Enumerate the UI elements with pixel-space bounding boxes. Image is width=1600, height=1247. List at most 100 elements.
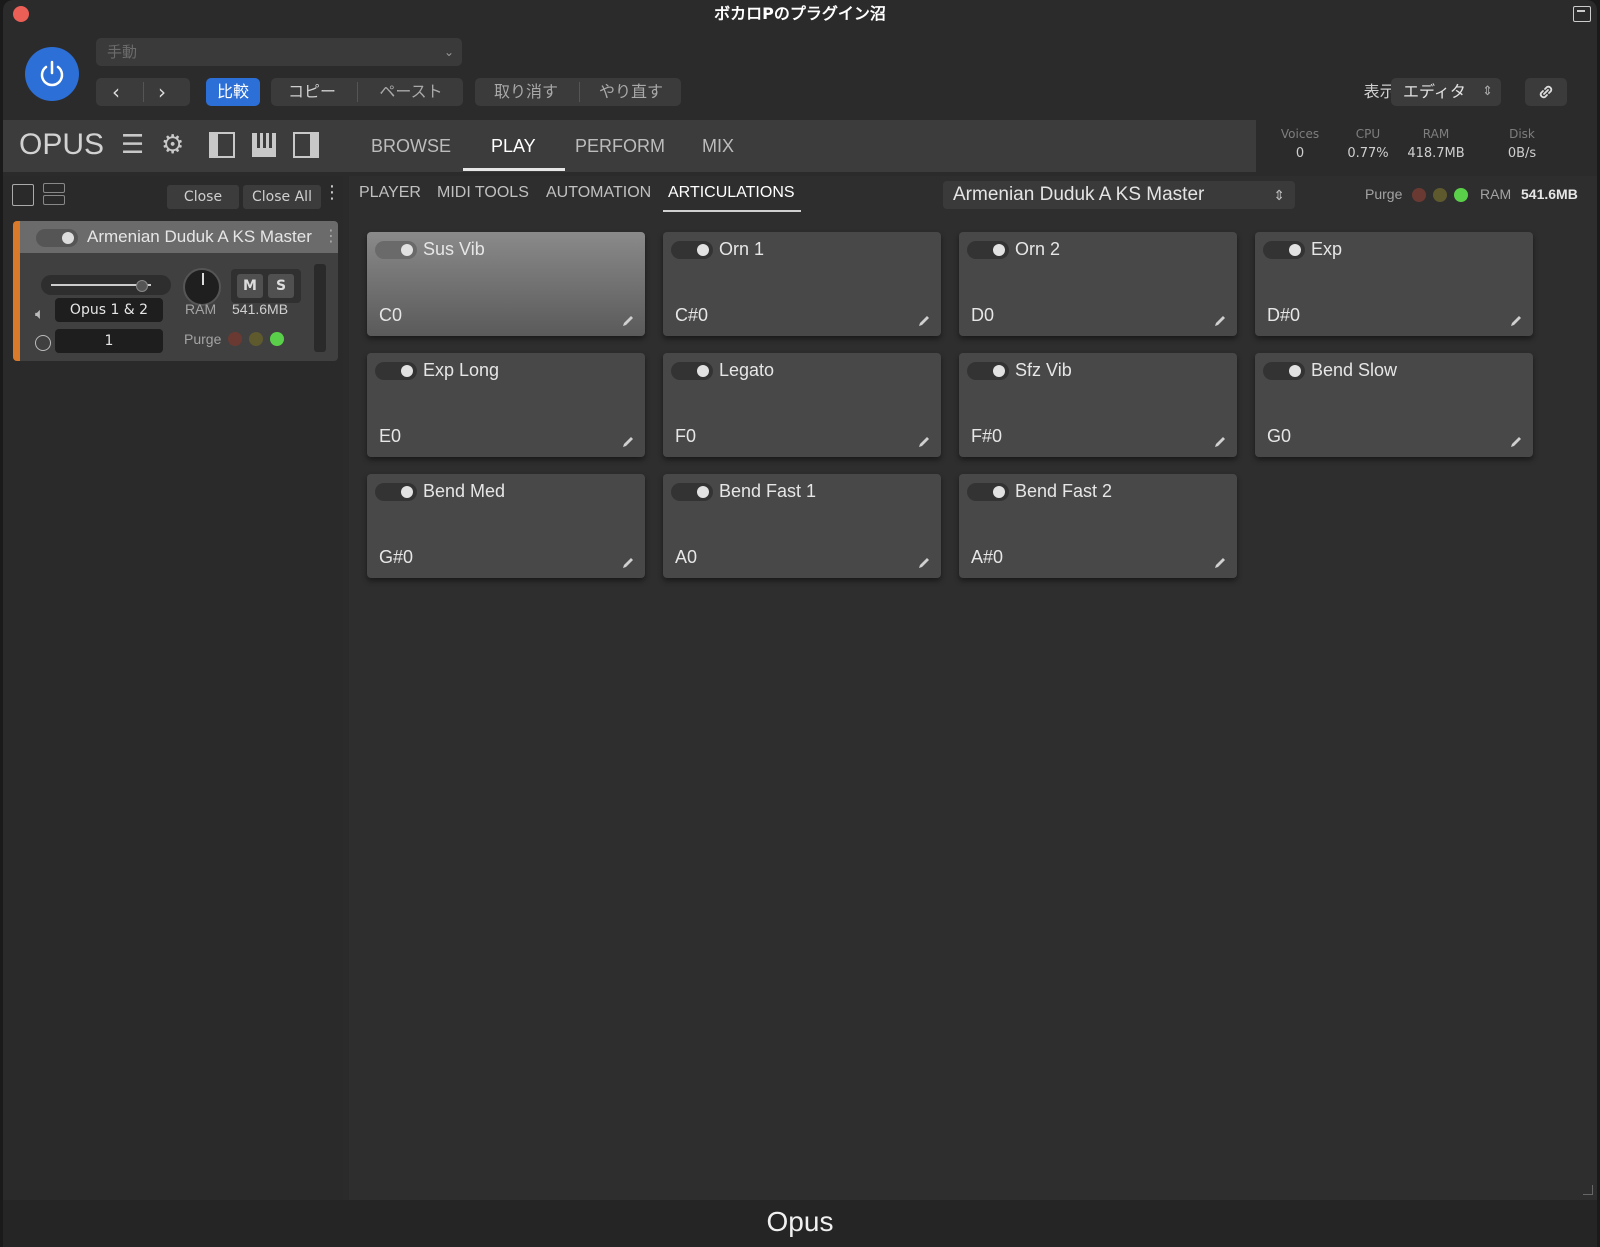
articulation-toggle[interactable] (967, 483, 1009, 501)
divider (143, 82, 144, 102)
articulation-card[interactable]: Exp D#0 (1255, 232, 1533, 336)
window-close-button[interactable] (13, 6, 29, 22)
articulation-toggle[interactable] (375, 483, 417, 501)
pencil-icon[interactable] (917, 556, 931, 570)
copy-button[interactable]: コピー (271, 78, 353, 106)
level-meter (314, 264, 326, 352)
purge-red-led[interactable] (228, 332, 242, 346)
articulation-card[interactable]: Bend Slow G0 (1255, 353, 1533, 457)
pencil-icon[interactable] (621, 314, 635, 328)
articulation-toggle[interactable] (375, 241, 417, 259)
articulation-set-select[interactable]: Armenian Duduk A KS Master ⇕ (943, 181, 1295, 209)
undo-button[interactable]: 取り消す (475, 78, 577, 106)
purge-yellow-led[interactable] (249, 332, 263, 346)
instrument-menu-icon[interactable]: ⋮ (323, 228, 338, 244)
articulation-card[interactable]: Legato F0 (663, 353, 941, 457)
subtab-automation[interactable]: AUTOMATION (546, 184, 651, 202)
redo-button[interactable]: やり直す (581, 78, 681, 106)
solo-button[interactable]: S (268, 274, 294, 298)
compare-button[interactable]: 比較 (206, 78, 260, 106)
tab-play[interactable]: PLAY (491, 136, 536, 157)
instrument-slot[interactable]: Armenian Duduk A KS Master ⋮ M S 🔈︎ Opus… (13, 221, 338, 361)
right-panel-toggle-icon[interactable] (293, 132, 319, 163)
pencil-icon[interactable] (621, 435, 635, 449)
stat-disk: Disk 0B/s (1487, 127, 1557, 161)
tab-mix[interactable]: MIX (702, 136, 734, 157)
pencil-icon[interactable] (917, 314, 931, 328)
pencil-icon[interactable] (1509, 314, 1523, 328)
articulation-card[interactable]: Sfz Vib F#0 (959, 353, 1237, 457)
articulation-card[interactable]: Exp Long E0 (367, 353, 645, 457)
gear-icon[interactable]: ⚙ (161, 132, 184, 158)
pencil-icon[interactable] (1213, 435, 1227, 449)
opus-header: OPUS ☰ ⚙ BROWSE PLAY PERFORM MIX (3, 120, 1256, 172)
pencil-icon[interactable] (621, 556, 635, 570)
next-preset-button[interactable]: › (158, 78, 166, 106)
tab-perform[interactable]: PERFORM (575, 136, 665, 157)
active-tab-indicator (463, 168, 565, 171)
stat-label: Voices (1280, 127, 1320, 141)
split-view-icon[interactable] (43, 183, 67, 207)
keyboard-icon[interactable] (251, 132, 277, 163)
stat-value: 0.77% (1347, 146, 1389, 161)
pencil-icon[interactable] (1509, 435, 1523, 449)
collapse-icon[interactable] (1573, 6, 1591, 22)
stat-label: Disk (1509, 127, 1535, 141)
purge-red-led[interactable] (1412, 188, 1426, 202)
ram-label: RAM (1480, 186, 1512, 202)
power-button[interactable] (25, 47, 79, 101)
more-options-icon[interactable]: ⋮ (1591, 186, 1597, 204)
previous-preset-button[interactable]: ‹ (112, 78, 120, 106)
left-panel-toggle-icon[interactable] (209, 132, 235, 163)
articulation-card[interactable]: Bend Fast 2 A#0 (959, 474, 1237, 578)
paste-button[interactable]: ペースト (361, 78, 461, 106)
articulation-toggle[interactable] (671, 362, 713, 380)
pencil-icon[interactable] (1213, 314, 1227, 328)
instrument-name: Armenian Duduk A KS Master (87, 227, 312, 246)
mute-button[interactable]: M (237, 274, 263, 298)
purge-green-led[interactable] (270, 332, 284, 346)
title-bar: ボカロPのプラグイン沼 (3, 0, 1597, 30)
articulation-toggle[interactable] (967, 362, 1009, 380)
volume-slider[interactable] (41, 275, 171, 295)
resize-handle[interactable] (1583, 1185, 1593, 1195)
more-options-icon[interactable]: ⋮ (323, 184, 341, 202)
rack-toolbar: Close Close All ⋮ (3, 176, 343, 216)
subtab-articulations[interactable]: ARTICULATIONS (668, 184, 795, 202)
plugin-window: ボカロPのプラグイン沼 手動 ⌄ ‹ › 比較 コピー ペースト 取り消す やり… (3, 0, 1597, 1247)
single-view-icon[interactable] (12, 184, 34, 206)
articulation-toggle[interactable] (671, 483, 713, 501)
articulation-toggle[interactable] (671, 241, 713, 259)
subtab-midi-tools[interactable]: MIDI TOOLS (437, 184, 529, 202)
close-button[interactable]: Close (167, 185, 239, 209)
articulation-toggle[interactable] (375, 362, 417, 380)
pencil-icon[interactable] (917, 435, 931, 449)
preset-select[interactable]: 手動 ⌄ (96, 38, 462, 66)
articulation-toggle[interactable] (967, 241, 1009, 259)
instrument-rack: Close Close All ⋮ Armenian Duduk A KS Ma… (3, 176, 343, 1200)
display-select[interactable]: エディタ ⇕ (1391, 78, 1501, 106)
menu-icon[interactable]: ☰ (121, 132, 144, 158)
purge-green-led[interactable] (1454, 188, 1468, 202)
close-all-button[interactable]: Close All (243, 185, 321, 209)
articulation-card[interactable]: Bend Fast 1 A0 (663, 474, 941, 578)
tab-browse[interactable]: BROWSE (371, 136, 451, 157)
articulation-card[interactable]: Orn 2 D0 (959, 232, 1237, 336)
subtab-player[interactable]: PLAYER (359, 184, 421, 202)
articulation-card[interactable]: Bend Med G#0 (367, 474, 645, 578)
instrument-enable-toggle[interactable] (36, 229, 78, 247)
articulation-toggle[interactable] (1263, 362, 1305, 380)
midi-channel-select[interactable]: 1 (55, 329, 163, 353)
articulation-toggle[interactable] (1263, 241, 1305, 259)
articulation-card[interactable]: Sus Vib C0 (367, 232, 645, 336)
output-select[interactable]: Opus 1 & 2 (55, 298, 163, 322)
power-icon (40, 60, 64, 87)
articulation-name: Orn 2 (1015, 239, 1061, 259)
purge-yellow-led[interactable] (1433, 188, 1447, 202)
articulation-card[interactable]: Orn 1 C#0 (663, 232, 941, 336)
link-button[interactable] (1525, 78, 1567, 106)
articulation-name: Orn 1 (719, 239, 765, 259)
pencil-icon[interactable] (1213, 556, 1227, 570)
chevron-down-icon: ⌄ (443, 45, 454, 59)
articulation-name: Bend Med (423, 481, 506, 501)
